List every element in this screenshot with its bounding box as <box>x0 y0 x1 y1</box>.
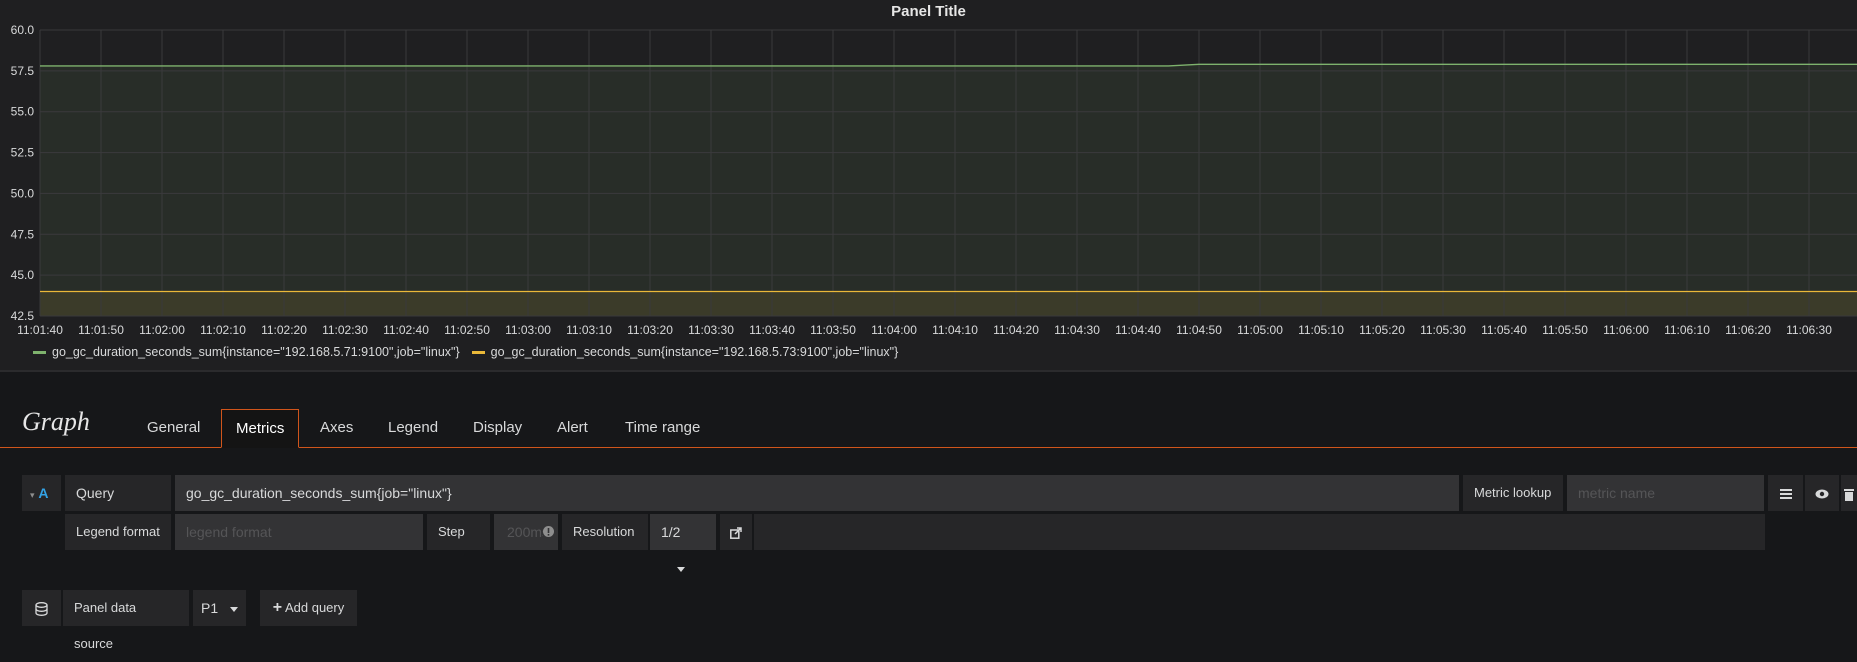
panel-divider <box>0 370 1857 372</box>
x-tick-label: 11:03:10 <box>566 323 612 337</box>
data-source-value: P1 <box>200 600 219 616</box>
info-icon[interactable] <box>543 526 554 537</box>
x-tick-label: 11:03:40 <box>749 323 795 337</box>
query-ref-id: A <box>38 485 49 501</box>
metric-lookup-label: Metric lookup <box>1463 475 1563 511</box>
resolution-label: Resolution <box>562 514 648 550</box>
x-tick-label: 11:05:30 <box>1420 323 1466 337</box>
trash-icon <box>1844 488 1854 501</box>
legend-format-input[interactable]: legend format <box>175 514 423 550</box>
x-tick-label: 11:06:10 <box>1664 323 1710 337</box>
x-tick-label: 11:03:50 <box>810 323 856 337</box>
x-tick-label: 11:03:20 <box>627 323 673 337</box>
y-tick-label: 50.0 <box>11 186 35 200</box>
x-tick-label: 11:04:10 <box>932 323 978 337</box>
series-fill-1 <box>40 64 1857 316</box>
tab-legend[interactable]: Legend <box>374 409 452 446</box>
toggle-query-visibility-button[interactable] <box>1805 475 1839 511</box>
x-tick-label: 11:02:50 <box>444 323 490 337</box>
x-tick-label: 11:04:50 <box>1176 323 1222 337</box>
x-tick-label: 11:03:00 <box>505 323 551 337</box>
add-query-label: Add query <box>284 600 345 615</box>
plus-icon: + <box>272 599 283 616</box>
x-tick-label: 11:02:10 <box>200 323 246 337</box>
step-input[interactable]: 200ms <box>494 514 558 550</box>
x-tick-label: 11:02:30 <box>322 323 368 337</box>
y-tick-label: 52.5 <box>11 146 35 160</box>
resolution-select[interactable]: 1/2 <box>650 514 716 572</box>
external-link-icon <box>730 527 742 540</box>
chevron-down-icon <box>677 566 685 572</box>
x-tick-label: 11:06:20 <box>1725 323 1771 337</box>
panel-data-source-label: Panel data source <box>63 590 189 651</box>
panel-editor-header: Graph General Metrics Axes Legend Displa… <box>0 395 1857 448</box>
add-query-button[interactable]: + Add query <box>260 590 357 626</box>
legend-swatch-green <box>33 350 46 354</box>
x-tick-label: 11:05:20 <box>1359 323 1405 337</box>
caret-down-icon: ▾ <box>30 490 35 500</box>
x-tick-label: 11:06:30 <box>1786 323 1832 337</box>
tab-metrics[interactable]: Metrics <box>221 409 299 448</box>
tab-alert[interactable]: Alert <box>543 409 602 446</box>
y-tick-label: 57.5 <box>11 64 35 78</box>
x-tick-label: 11:02:40 <box>383 323 429 337</box>
legend-item-series-1[interactable]: go_gc_duration_seconds_sum{instance="192… <box>33 345 460 359</box>
y-tick-label: 47.5 <box>11 227 35 241</box>
x-tick-label: 11:05:00 <box>1237 323 1283 337</box>
x-tick-label: 11:05:40 <box>1481 323 1527 337</box>
y-tick-label: 42.5 <box>11 309 35 323</box>
tab-time-range[interactable]: Time range <box>611 409 714 446</box>
x-tick-label: 11:01:40 <box>17 323 63 337</box>
graph-panel: Panel Title 60.0 57.5 55.0 52.5 50.0 47.5 45.0… <box>0 0 1857 370</box>
tab-display[interactable]: Display <box>459 409 536 446</box>
resolution-value: 1/2 <box>661 524 681 540</box>
x-tick-label: 11:05:10 <box>1298 323 1344 337</box>
query-collapse-toggle[interactable]: ▾ A <box>22 475 61 511</box>
x-tick-label: 11:01:50 <box>78 323 124 337</box>
series-fill-2 <box>40 291 1857 316</box>
graph-plot[interactable]: 60.0 57.5 55.0 52.5 50.0 47.5 45.0 42.511:01:40… <box>0 0 1857 340</box>
eye-icon <box>1815 489 1829 499</box>
query-input[interactable]: go_gc_duration_seconds_sum{job="linux"} <box>175 475 1459 511</box>
x-tick-label: 11:02:20 <box>261 323 307 337</box>
legend-format-label: Legend format <box>65 514 171 550</box>
x-tick-label: 11:04:00 <box>871 323 917 337</box>
x-tick-label: 11:04:40 <box>1115 323 1161 337</box>
database-icon <box>35 602 48 617</box>
legend-swatch-yellow <box>471 350 485 354</box>
tab-axes[interactable]: Axes <box>306 409 367 446</box>
x-tick-label: 11:05:50 <box>1542 323 1588 337</box>
data-source-icon-box <box>22 590 61 626</box>
legend-item-series-2[interactable]: go_gc_duration_seconds_sum{instance="192… <box>471 345 899 359</box>
chevron-down-icon <box>230 606 238 612</box>
hamburger-icon <box>1779 489 1792 500</box>
x-tick-label: 11:04:30 <box>1054 323 1100 337</box>
x-tick-label: 11:03:30 <box>688 323 734 337</box>
tab-general[interactable]: General <box>133 409 214 446</box>
query-inspector-link[interactable] <box>720 514 752 550</box>
y-tick-label: 60.0 <box>11 23 35 37</box>
metric-name-input[interactable]: metric name <box>1567 475 1764 511</box>
y-tick-label: 55.0 <box>11 105 35 119</box>
x-tick-label: 11:06:00 <box>1603 323 1649 337</box>
step-label: Step <box>427 514 490 550</box>
query-label: Query <box>65 475 171 511</box>
graph-legend: go_gc_duration_seconds_sum{instance="192… <box>33 345 898 359</box>
editor-title: Graph <box>22 407 90 436</box>
legend-label: go_gc_duration_seconds_sum{instance="192… <box>490 345 899 359</box>
data-source-select[interactable]: P1 <box>193 590 246 626</box>
x-tick-label: 11:02:00 <box>139 323 185 337</box>
x-tick-label: 11:04:20 <box>993 323 1039 337</box>
y-tick-label: 45.0 <box>11 268 35 282</box>
query-menu-button[interactable] <box>1768 475 1803 511</box>
remove-query-button[interactable] <box>1841 475 1857 511</box>
query-options-spacer <box>754 514 1765 550</box>
legend-label: go_gc_duration_seconds_sum{instance="192… <box>52 345 460 359</box>
